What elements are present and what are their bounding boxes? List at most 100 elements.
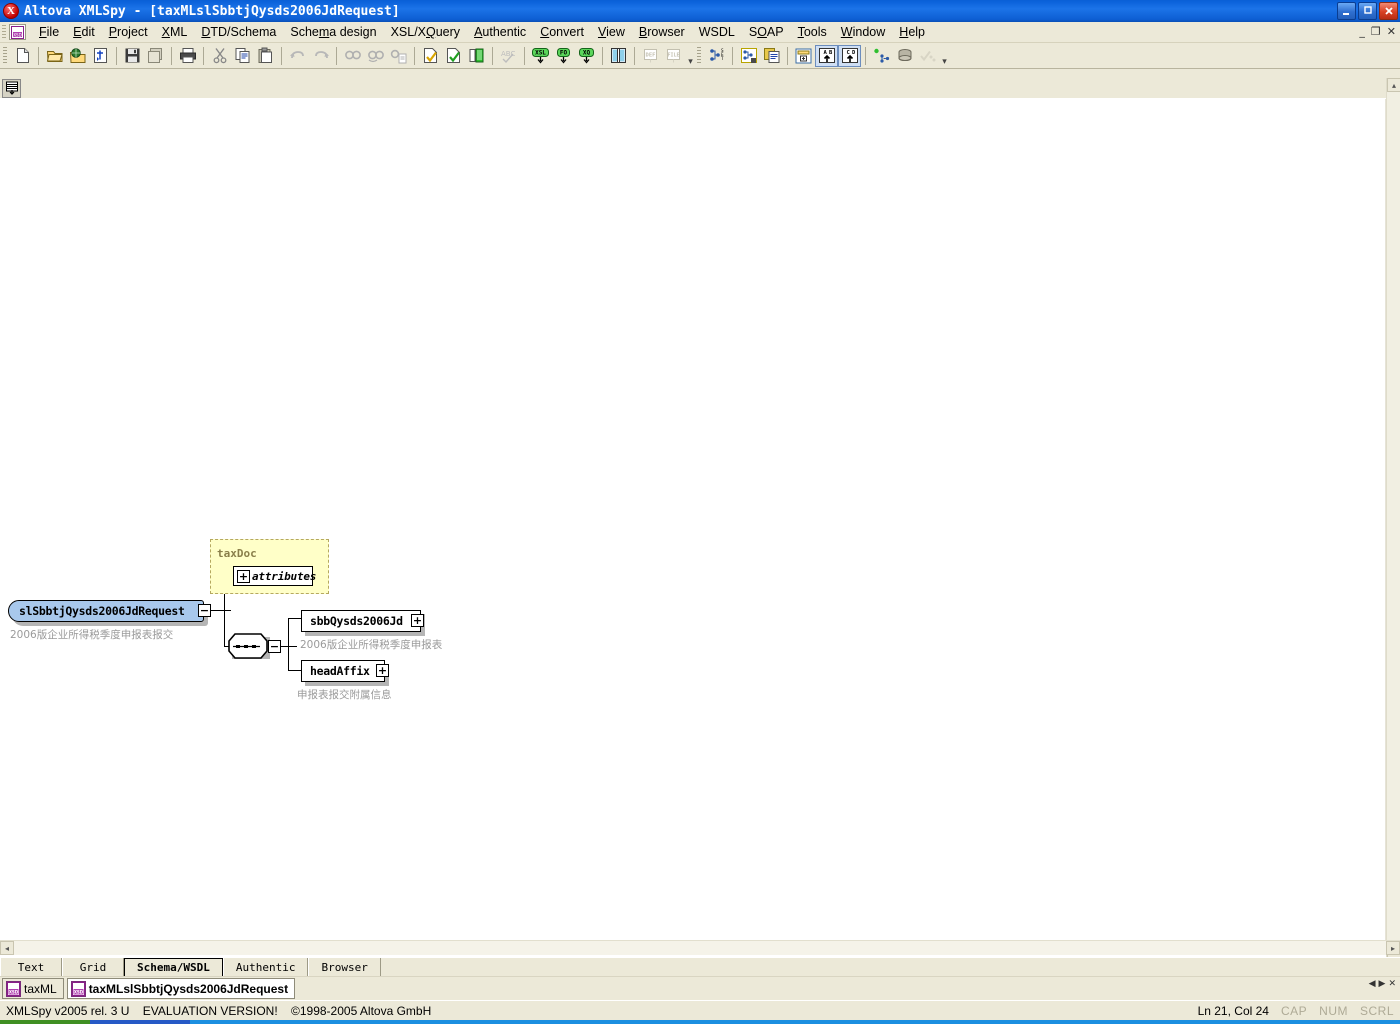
menubar-grip[interactable] — [2, 24, 6, 40]
tab-schema-wsdl[interactable]: Schema/WSDL — [124, 958, 223, 976]
menu-authentic[interactable]: Authentic — [467, 23, 533, 41]
close-button[interactable] — [1379, 2, 1398, 20]
doc-tab-next-button[interactable]: ▶ — [1379, 979, 1386, 989]
save-as-icon[interactable] — [144, 45, 167, 67]
toolbar-separator — [602, 46, 603, 65]
document-tab-label-request: taxMLslSbbtjQysds2006JdRequest — [88, 981, 289, 996]
open-file-icon[interactable] — [43, 45, 66, 67]
find-next-icon[interactable] — [364, 45, 387, 67]
tab-browser[interactable]: Browser — [308, 958, 381, 976]
mdi-close-button[interactable]: ✕ — [1387, 25, 1396, 38]
sequence-compositor[interactable] — [228, 633, 268, 659]
doc-tab-prev-button[interactable]: ◀ — [1369, 979, 1376, 989]
schema-copy-icon[interactable] — [760, 45, 783, 67]
menu-schema-design[interactable]: Schema design — [283, 23, 383, 41]
toolbar-overflow-button[interactable]: ▾ — [685, 45, 696, 67]
horizontal-scroll-track[interactable] — [14, 941, 1386, 955]
element-label-sbbqysds2006jd: sbbQysds2006Jd — [310, 614, 403, 628]
menu-edit[interactable]: Edit — [66, 23, 102, 41]
tab-text[interactable]: Text — [0, 958, 62, 976]
window-titlebar: X Altova XMLSpy - [taxMLslSbbtjQysds2006… — [0, 0, 1400, 22]
toolbar-overflow-button-2[interactable]: ▾ — [939, 45, 950, 67]
horizontal-scrollbar[interactable]: ◂ ▸ — [0, 940, 1400, 955]
minimize-button[interactable] — [1337, 2, 1356, 20]
mdi-minimize-button[interactable]: _ — [1359, 25, 1365, 38]
toolbar-separator — [492, 46, 493, 65]
scroll-up-button[interactable]: ▴ — [1387, 78, 1400, 92]
print-icon[interactable] — [176, 45, 199, 67]
document-tab-request[interactable]: XSD taxMLslSbbtjQysds2006JdRequest — [66, 978, 296, 999]
sequence-expander[interactable]: − — [268, 640, 281, 653]
scroll-right-button[interactable]: ▸ — [1386, 941, 1400, 955]
scroll-left-button[interactable]: ◂ — [0, 941, 14, 955]
assign-file-icon[interactable]: FILE — [662, 45, 685, 67]
assign-def-icon[interactable]: DEF — [639, 45, 662, 67]
soap-request-icon[interactable] — [893, 45, 916, 67]
xsl-transform-icon[interactable]: XSL — [529, 45, 552, 67]
soap-debug-icon[interactable] — [870, 45, 893, 67]
settings-icon[interactable]: SET — [705, 45, 728, 67]
reload-icon[interactable] — [89, 45, 112, 67]
menu-soap[interactable]: SOAP — [742, 23, 791, 41]
element-node-headaffix[interactable]: headAffix — [301, 660, 385, 682]
element-expander-headaffix[interactable]: + — [376, 664, 389, 677]
check-wellformed-icon[interactable] — [419, 45, 442, 67]
redo-icon[interactable] — [309, 45, 332, 67]
doc-tab-close-button[interactable]: ✕ — [1388, 979, 1396, 989]
root-element-expander[interactable]: − — [198, 604, 211, 617]
menu-view[interactable]: View — [591, 23, 632, 41]
menu-project[interactable]: Project — [102, 23, 155, 41]
xquery-icon[interactable]: XQ — [575, 45, 598, 67]
restore-button[interactable] — [1358, 2, 1377, 20]
document-type-icon: XSD — [9, 24, 26, 40]
undo-icon[interactable] — [286, 45, 309, 67]
menu-file[interactable]: File — [32, 23, 66, 41]
vertical-scrollbar[interactable]: ▴ ▾ — [1386, 78, 1400, 958]
append-schema-icon[interactable] — [792, 45, 815, 67]
spelling-icon[interactable]: ABC — [497, 45, 520, 67]
menu-help[interactable]: Help — [892, 23, 932, 41]
toolbar-separator — [336, 46, 337, 65]
attributes-node[interactable]: + attributes — [233, 566, 316, 586]
validate-icon[interactable] — [442, 45, 465, 67]
mdi-restore-button[interactable]: ❐ — [1371, 25, 1381, 38]
menu-dtd-schema[interactable]: DTD/Schema — [194, 23, 283, 41]
connector-root-to-trunk — [211, 610, 231, 611]
menu-window[interactable]: Window — [834, 23, 892, 41]
cut-icon[interactable] — [208, 45, 231, 67]
menu-tools[interactable]: Tools — [791, 23, 834, 41]
display-all-globals-icon[interactable] — [2, 78, 21, 98]
open-url-icon[interactable] — [66, 45, 89, 67]
split-view-icon[interactable] — [607, 45, 630, 67]
tab-authentic[interactable]: Authentic — [222, 958, 309, 976]
new-file-icon[interactable] — [11, 45, 34, 67]
attributes-expander[interactable]: + — [237, 570, 250, 583]
xsl-fo-icon[interactable]: FO — [552, 45, 575, 67]
element-node-sbbqysds2006jd[interactable]: sbbQysds2006Jd — [301, 610, 421, 632]
toolbar-grip-1[interactable] — [3, 46, 7, 65]
root-element-node[interactable]: slSbbtjQysds2006JdRequest — [8, 600, 204, 622]
find-icon[interactable] — [341, 45, 364, 67]
go-to-def-icon[interactable]: AB — [815, 44, 838, 67]
assign-dtd-icon[interactable] — [465, 45, 488, 67]
schema-diagram-canvas[interactable]: taxDoc + attributes − slSbbtjQysds2006Jd… — [0, 99, 1386, 944]
soap-validate-icon[interactable] — [916, 45, 939, 67]
go-to-child-icon[interactable]: CD — [838, 44, 861, 67]
find-in-files-icon[interactable] — [387, 45, 410, 67]
paste-icon[interactable] — [254, 45, 277, 67]
menu-browser[interactable]: Browser — [632, 23, 692, 41]
element-expander-sbbqysds2006jd[interactable]: + — [411, 614, 424, 627]
menu-xsl-xquery[interactable]: XSL/XQuery — [384, 23, 468, 41]
element-description-headaffix: 申报表报交附属信息 — [297, 689, 392, 701]
copy-icon[interactable] — [231, 45, 254, 67]
menu-wsdl[interactable]: WSDL — [692, 23, 742, 41]
menu-convert[interactable]: Convert — [533, 23, 591, 41]
menu-xml[interactable]: XML — [155, 23, 195, 41]
svg-text:FO: FO — [560, 50, 568, 57]
schema-design-icon[interactable] — [737, 45, 760, 67]
document-tab-taxml[interactable]: XSD taxML — [2, 978, 64, 999]
tab-grid[interactable]: Grid — [62, 958, 124, 976]
toolbar-grip-2[interactable] — [697, 46, 701, 65]
save-icon[interactable] — [121, 45, 144, 67]
xsd-file-icon: XSD — [70, 980, 86, 997]
